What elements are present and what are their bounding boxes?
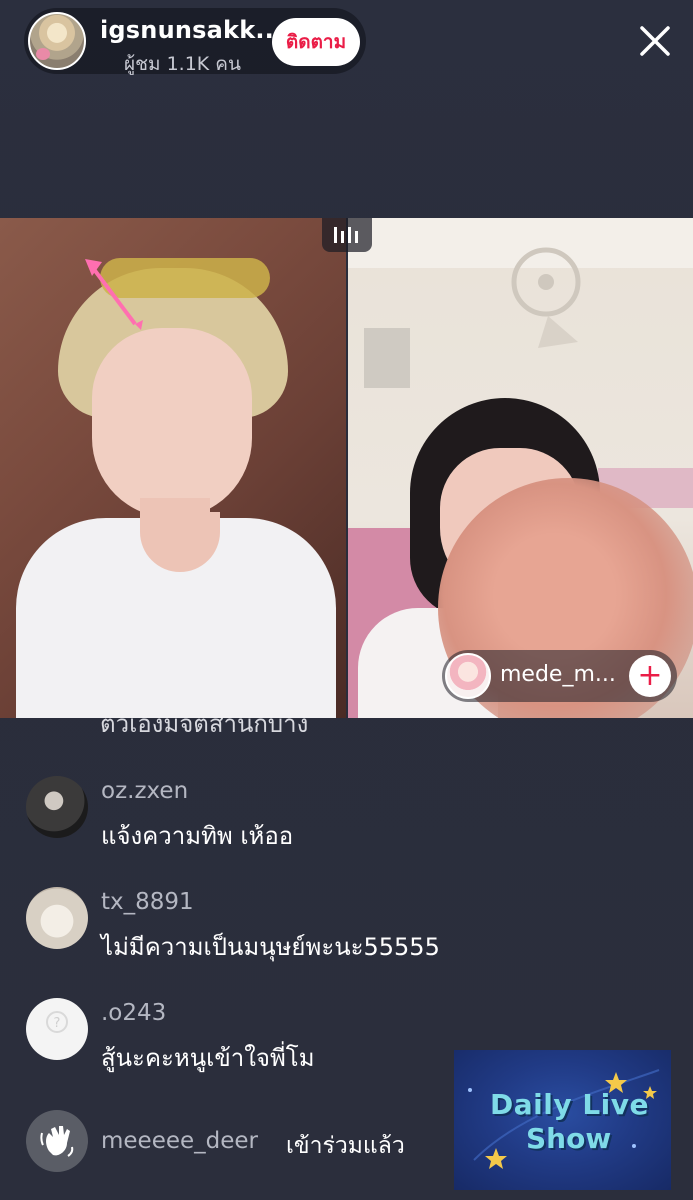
commenter-avatar[interactable] [26,776,88,838]
comment-text: ไม่มีความเป็นมนุษย์พะนะ55555 [101,933,440,961]
badge-title-line2: Show [526,1122,612,1155]
close-icon[interactable] [630,16,680,66]
join-notice: meeeee_deer เข้าร่วมแล้ว [26,1110,446,1172]
clipped-comment: ตัวเองมีจิตสำนึกบ้าง [100,718,309,738]
comment-text: สู้นะคะหนูเข้าใจพี่โม [101,1044,315,1072]
wave-hand-icon [26,1110,88,1172]
comment-username[interactable]: tx_8891 [101,889,194,915]
comment-text: แจ้งความทิพ เห้ออ [101,822,294,850]
guest-avatar[interactable] [445,653,491,699]
video-area [0,218,693,718]
follow-button[interactable]: ติดตาม [272,18,360,66]
join-username[interactable]: meeeee_deer [101,1128,258,1154]
guest-username[interactable]: mede_m... [500,662,616,687]
join-text: เข้าร่วมแล้ว [286,1133,405,1159]
comment-item[interactable]: tx_8891 ไม่มีความเป็นมนุษย์พะนะ55555 [26,887,626,977]
host-avatar[interactable] [28,12,86,70]
badge-title-line1: Daily Live [490,1088,650,1121]
commenter-avatar[interactable]: ? [26,998,88,1060]
guest-video[interactable] [348,218,693,718]
daily-live-show-badge[interactable]: Daily Live Show [454,1050,671,1190]
viewer-count: ผู้ชม 1.1K คน [124,53,242,75]
guest-info-pill[interactable]: mede_m... + [442,650,677,702]
plus-icon[interactable]: + [629,655,671,697]
comment-username[interactable]: oz.zxen [101,778,188,804]
live-stream-screen: igsnunsakk... ผู้ชม 1.1K คน ติดตาม mede_… [0,0,693,1200]
svg-text:?: ? [54,1016,61,1031]
split-screen-icon[interactable] [322,218,372,252]
fan-icon [511,247,581,348]
commenter-avatar[interactable] [26,887,88,949]
comment-item[interactable]: oz.zxen แจ้งความทิพ เห้ออ [26,776,626,866]
host-info-pill[interactable]: igsnunsakk... ผู้ชม 1.1K คน ติดตาม [24,8,366,75]
heart-arrow-effect-icon [85,259,143,330]
host-video[interactable] [0,218,346,718]
comment-username[interactable]: .o243 [101,1000,166,1026]
host-username[interactable]: igsnunsakk... [100,16,283,44]
